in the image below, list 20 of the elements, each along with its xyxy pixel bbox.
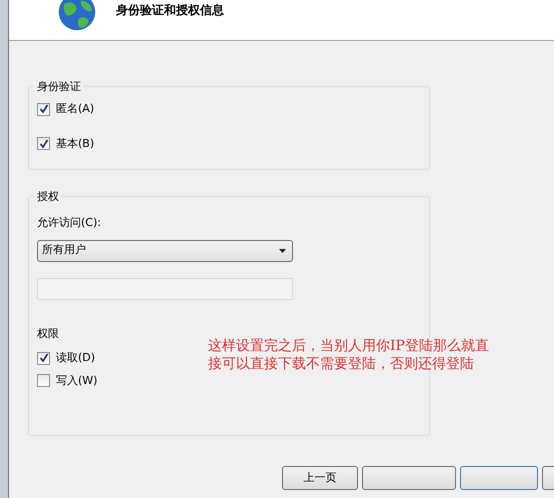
checkbox[interactable] [37, 374, 50, 388]
checkbox[interactable] [37, 102, 50, 116]
dropdown-value: 所有用户 [42, 242, 86, 258]
caret-icon [279, 248, 286, 252]
section-label: 权限 [37, 326, 60, 342]
field-label: 允许访问(C): [37, 215, 102, 231]
wizard-button[interactable] [542, 466, 554, 490]
wizard-button[interactable] [460, 466, 538, 490]
input-field[interactable] [37, 278, 293, 300]
annotation-text: 这样设置完之后，当别人用你IP登陆那么就直接可以直接下载不需要登陆，否则还得登陆 [208, 337, 490, 373]
page-title: 身份验证和授权信息 [116, 2, 224, 19]
wizard-button[interactable] [362, 466, 456, 490]
checkbox-label: 匿名(A) [56, 101, 94, 117]
checkbox-label: 读取(D) [56, 350, 96, 366]
checkbox-label: 写入(W) [56, 372, 98, 388]
checkbox[interactable] [37, 352, 50, 365]
checkbox-label: 基本(B) [56, 136, 94, 152]
access-dropdown[interactable]: 所有用户 [37, 240, 293, 262]
wizard-button[interactable]: 上一页 [282, 466, 358, 490]
checkbox[interactable] [37, 137, 50, 150]
